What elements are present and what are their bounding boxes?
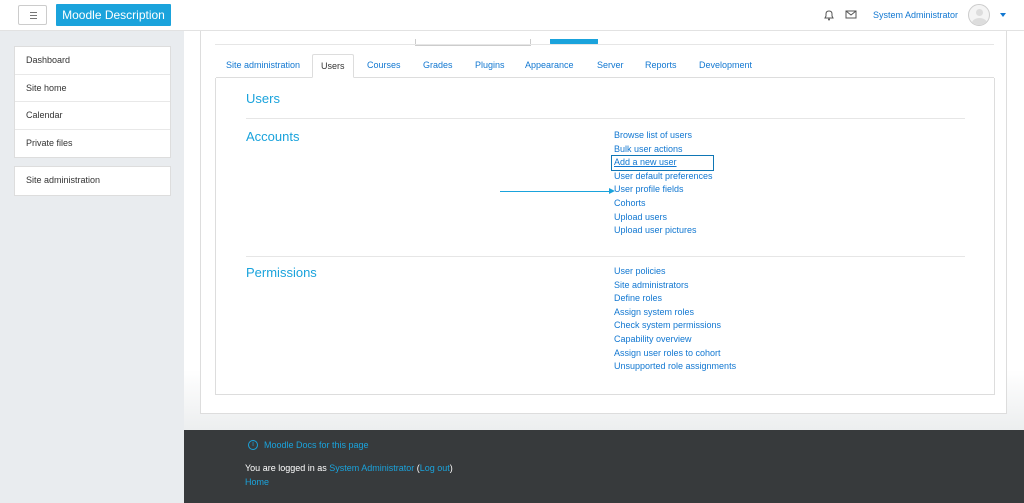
link-check-system-permissions[interactable]: Check system permissions [614, 319, 736, 333]
link-add-new-user[interactable]: Add a new user [611, 155, 714, 171]
link-user-default-preferences[interactable]: User default preferences [614, 170, 713, 184]
page-heading: Users [246, 91, 280, 106]
link-browse-users[interactable]: Browse list of users [614, 129, 713, 143]
hamburger-icon[interactable] [18, 5, 47, 25]
nav-item-site-administration[interactable]: Site administration [15, 167, 170, 195]
logout-close-paren: ) [449, 463, 453, 473]
logout-link[interactable]: Log out [420, 463, 450, 473]
section-title-accounts: Accounts [246, 129, 300, 144]
divider [215, 44, 994, 45]
site-brand[interactable]: Moodle Description [56, 4, 171, 26]
messages-icon[interactable] [845, 9, 857, 21]
home-row: Home [245, 477, 269, 487]
logged-user-link[interactable]: System Administrator [329, 463, 414, 473]
user-menu-name[interactable]: System Administrator [873, 10, 958, 20]
nav-group-admin: Site administration [14, 166, 171, 196]
admin-card: Site administration Users Courses Grades… [200, 31, 1007, 414]
caret-down-icon[interactable] [1000, 13, 1006, 17]
home-link[interactable]: Home [245, 477, 269, 487]
tab-courses[interactable]: Courses [367, 54, 401, 78]
nav-item-site-home[interactable]: Site home [15, 75, 170, 102]
tab-grades[interactable]: Grades [423, 54, 453, 78]
docs-row: i Moodle Docs for this page [248, 440, 369, 450]
admin-tabs: Site administration Users Courses Grades… [216, 54, 994, 78]
logged-in-text: You are logged in as [245, 463, 330, 473]
link-capability-overview[interactable]: Capability overview [614, 333, 736, 347]
tab-plugins[interactable]: Plugins [475, 54, 505, 78]
divider [246, 118, 965, 119]
nav-group-main: Dashboard Site home Calendar Private fil… [14, 46, 171, 158]
tab-server[interactable]: Server [597, 54, 624, 78]
permissions-links: User policies Site administrators Define… [614, 265, 736, 374]
nav-item-calendar[interactable]: Calendar [15, 102, 170, 130]
user-avatar[interactable] [968, 4, 990, 26]
link-user-profile-fields[interactable]: User profile fields [614, 183, 713, 197]
info-icon: i [248, 440, 258, 450]
tab-panel-users: Users Accounts Browse list of users Bulk… [215, 78, 995, 395]
link-user-policies[interactable]: User policies [614, 265, 736, 279]
tab-site-administration[interactable]: Site administration [226, 54, 300, 78]
pointer-arrow-icon [500, 188, 615, 194]
link-cohorts[interactable]: Cohorts [614, 197, 713, 211]
link-assign-system-roles[interactable]: Assign system roles [614, 306, 736, 320]
login-info: You are logged in as System Administrato… [245, 463, 453, 473]
link-unsupported-role-assignments[interactable]: Unsupported role assignments [614, 360, 736, 374]
divider [246, 256, 965, 257]
link-upload-user-pictures[interactable]: Upload user pictures [614, 224, 713, 238]
top-navbar: Moodle Description System Administrator [0, 0, 1024, 31]
tab-users[interactable]: Users [312, 54, 354, 78]
tab-appearance[interactable]: Appearance [525, 54, 574, 78]
link-site-administrators[interactable]: Site administrators [614, 279, 736, 293]
tab-reports[interactable]: Reports [645, 54, 677, 78]
notifications-icon[interactable] [823, 9, 835, 21]
nav-item-dashboard[interactable]: Dashboard [15, 47, 170, 75]
link-assign-user-roles-cohort[interactable]: Assign user roles to cohort [614, 347, 736, 361]
link-bulk-user-actions[interactable]: Bulk user actions [614, 143, 713, 157]
nav-drawer: Dashboard Site home Calendar Private fil… [0, 31, 184, 503]
link-define-roles[interactable]: Define roles [614, 292, 736, 306]
accounts-links: Browse list of users Bulk user actions A… [611, 129, 714, 238]
tab-development[interactable]: Development [699, 54, 752, 78]
moodle-docs-link[interactable]: Moodle Docs for this page [264, 440, 369, 450]
link-upload-users[interactable]: Upload users [614, 211, 713, 225]
nav-item-private-files[interactable]: Private files [15, 130, 170, 158]
section-title-permissions: Permissions [246, 265, 317, 280]
page-footer: i Moodle Docs for this page You are logg… [184, 430, 1024, 503]
navbar-right: System Administrator [823, 4, 1006, 26]
